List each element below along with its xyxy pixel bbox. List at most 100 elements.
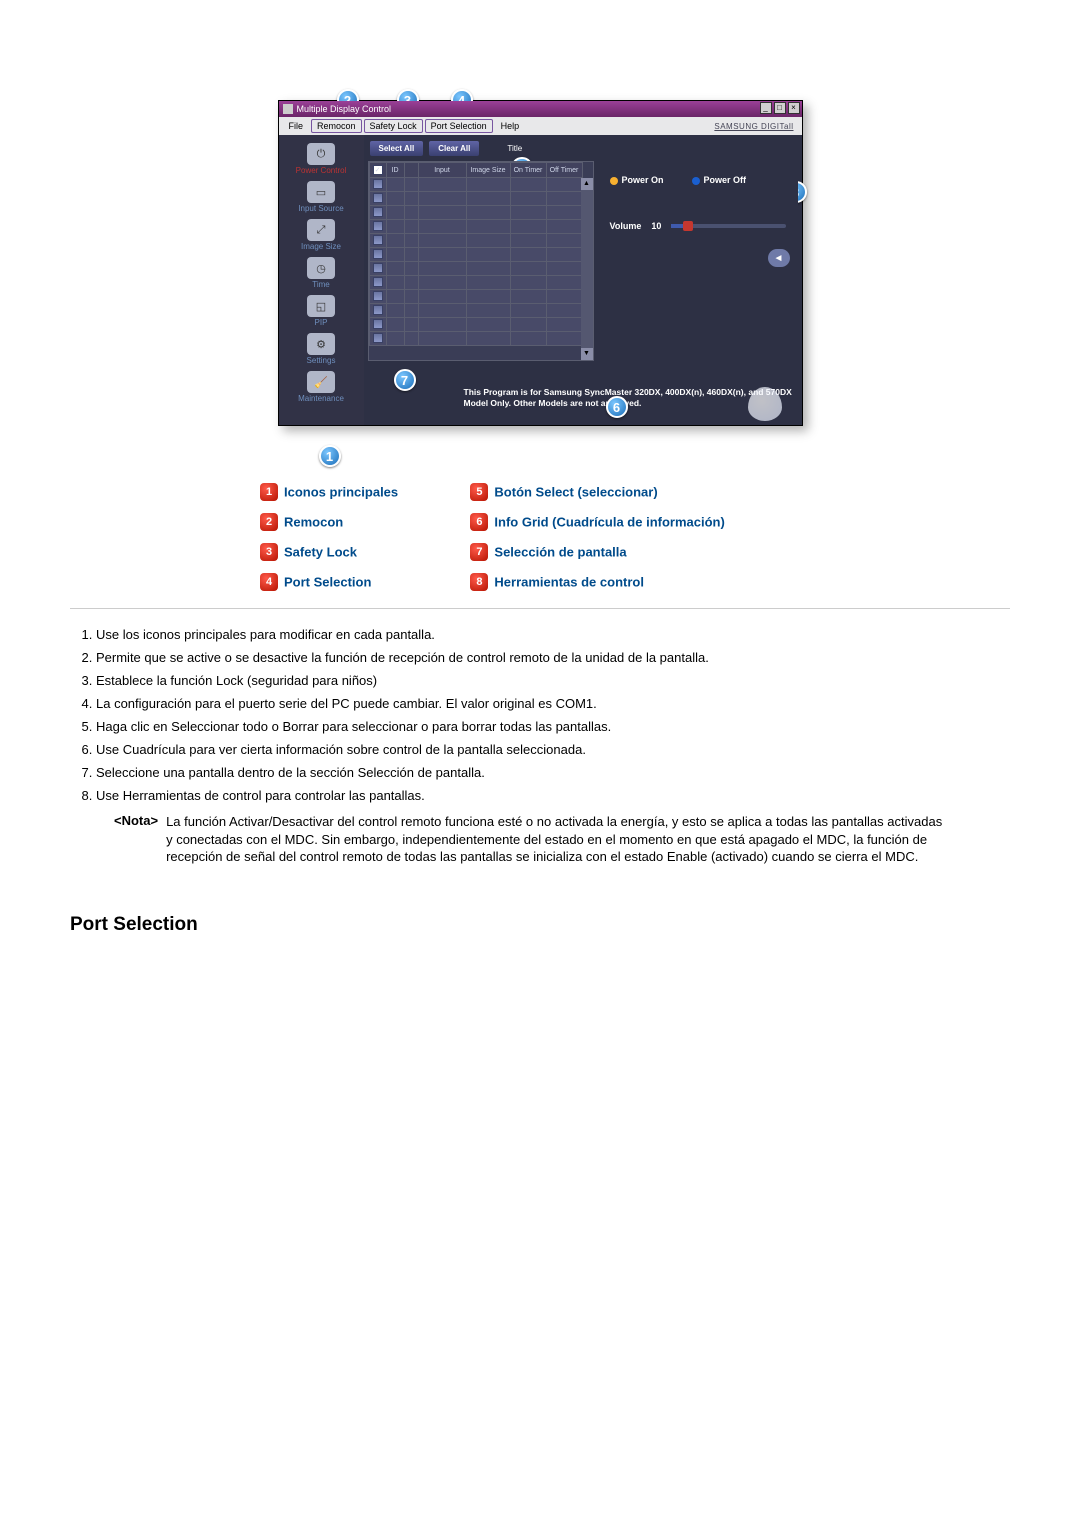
- legend-text-5: Botón Select (seleccionar): [494, 485, 657, 500]
- title-bar: Multiple Display Control _ □ ×: [279, 101, 802, 117]
- menu-file[interactable]: File: [283, 119, 310, 133]
- legend-text-2: Remocon: [284, 515, 343, 530]
- col-id: ID: [386, 163, 404, 178]
- app-logo-icon: [283, 104, 293, 114]
- speaker-icon: ◄: [774, 253, 784, 264]
- scroll-down-icon[interactable]: ▼: [581, 348, 593, 360]
- note-1: Use los iconos principales para modifica…: [96, 627, 1010, 642]
- col-status: [404, 163, 418, 178]
- note-8: Use Herramientas de control para control…: [96, 788, 1010, 803]
- nota-block: <Nota> La función Activar/Desactivar del…: [114, 813, 1010, 866]
- sidebar-item-settings[interactable]: ⚙Settings: [282, 331, 360, 367]
- slider-thumb[interactable]: [683, 221, 693, 231]
- info-grid[interactable]: ✓ ID Input Image Size On Timer Off Timer: [368, 161, 594, 361]
- clear-all-button[interactable]: Clear All: [429, 141, 479, 156]
- grid-table: ✓ ID Input Image Size On Timer Off Timer: [369, 162, 583, 346]
- row-checkbox[interactable]: [373, 235, 383, 245]
- table-row[interactable]: [369, 304, 582, 318]
- row-checkbox[interactable]: [373, 333, 383, 343]
- row-checkbox[interactable]: [373, 277, 383, 287]
- table-row[interactable]: [369, 192, 582, 206]
- table-row[interactable]: [369, 262, 582, 276]
- legend-text-8: Herramientas de control: [494, 575, 644, 590]
- app-screenshot: 2 3 4 5 8 7 6 1 Multiple Display Control…: [278, 100, 803, 426]
- callout-1: 1: [319, 445, 341, 467]
- col-image-size: Image Size: [466, 163, 510, 178]
- table-row[interactable]: [369, 178, 582, 192]
- numbered-notes: Use los iconos principales para modifica…: [82, 627, 1010, 803]
- row-checkbox[interactable]: [373, 221, 383, 231]
- note-4: La configuración para el puerto serie de…: [96, 696, 1010, 711]
- scroll-thumb[interactable]: [581, 190, 593, 348]
- row-checkbox[interactable]: [373, 193, 383, 203]
- table-row[interactable]: [369, 318, 582, 332]
- row-checkbox[interactable]: [373, 305, 383, 315]
- row-checkbox[interactable]: [373, 249, 383, 259]
- legend-num-6: 6: [470, 513, 488, 531]
- sidebar-item-power-control[interactable]: ⏻Power Control: [282, 141, 360, 177]
- sidebar-item-maintenance[interactable]: 🧹Maintenance: [282, 369, 360, 405]
- legend-num-8: 8: [470, 573, 488, 591]
- sidebar-item-label: Settings: [282, 356, 360, 365]
- nota-text: La función Activar/Desactivar del contro…: [166, 813, 946, 866]
- legend-text-7: Selección de pantalla: [494, 545, 626, 560]
- minimize-button[interactable]: _: [760, 102, 772, 114]
- vertical-scrollbar[interactable]: ▲ ▼: [581, 178, 593, 360]
- note-3: Establece la función Lock (seguridad par…: [96, 673, 1010, 688]
- legend: 1 Iconos principales 5 Botón Select (selec…: [70, 476, 1010, 609]
- sidebar-item-time[interactable]: ◷Time: [282, 255, 360, 291]
- header-checkbox[interactable]: ✓: [373, 165, 383, 175]
- menu-port-selection[interactable]: Port Selection: [425, 119, 493, 133]
- table-row[interactable]: [369, 276, 582, 290]
- select-all-button[interactable]: Select All: [370, 141, 424, 156]
- col-off-timer: Off Timer: [546, 163, 582, 178]
- legend-num-5: 5: [470, 483, 488, 501]
- power-off-label: Power Off: [704, 175, 747, 185]
- note-6: Use Cuadrícula para ver cierta informaci…: [96, 742, 1010, 757]
- col-on-timer: On Timer: [510, 163, 546, 178]
- scroll-up-icon[interactable]: ▲: [581, 178, 593, 190]
- sidebar-item-pip[interactable]: ◱PIP: [282, 293, 360, 329]
- table-row[interactable]: [369, 220, 582, 234]
- toolbar: Select All Clear All Title: [364, 135, 802, 161]
- table-row[interactable]: [369, 332, 582, 346]
- footer-disclaimer: This Program is for Samsung SyncMaster 3…: [364, 379, 802, 425]
- maximize-button[interactable]: □: [774, 102, 786, 114]
- power-icon: ⏻: [307, 143, 335, 165]
- note-5: Haga clic en Seleccionar todo o Borrar p…: [96, 719, 1010, 734]
- sidebar-item-label: Maintenance: [282, 394, 360, 403]
- callout-6: 6: [606, 396, 628, 418]
- volume-slider[interactable]: [671, 224, 785, 228]
- table-row[interactable]: [369, 290, 582, 304]
- power-on-radio[interactable]: Power On: [610, 175, 664, 185]
- sidebar-item-input-source[interactable]: ▭Input Source: [282, 179, 360, 215]
- sidebar-item-label: Power Control: [282, 166, 360, 175]
- row-checkbox[interactable]: [373, 179, 383, 189]
- legend-text-1: Iconos principales: [284, 485, 398, 500]
- row-checkbox[interactable]: [373, 207, 383, 217]
- table-row[interactable]: [369, 248, 582, 262]
- power-on-label: Power On: [622, 175, 664, 185]
- col-input: Input: [418, 163, 466, 178]
- speaker-button[interactable]: ◄: [768, 249, 790, 267]
- sidebar-item-label: Image Size: [282, 242, 360, 251]
- legend-num-3: 3: [260, 543, 278, 561]
- radio-off-icon: [692, 177, 700, 185]
- row-checkbox[interactable]: [373, 291, 383, 301]
- close-button[interactable]: ×: [788, 102, 800, 114]
- row-checkbox[interactable]: [373, 263, 383, 273]
- brand-text: SAMSUNG DIGITall: [714, 122, 793, 131]
- control-panel: Power On Power Off Volume 10: [598, 161, 798, 379]
- table-row[interactable]: [369, 234, 582, 248]
- menu-help[interactable]: Help: [495, 119, 526, 133]
- legend-num-1: 1: [260, 483, 278, 501]
- menu-safety-lock[interactable]: Safety Lock: [364, 119, 423, 133]
- row-checkbox[interactable]: [373, 319, 383, 329]
- window-title: Multiple Display Control: [297, 104, 392, 114]
- sidebar-item-image-size[interactable]: ⤢Image Size: [282, 217, 360, 253]
- menu-remocon[interactable]: Remocon: [311, 119, 362, 133]
- legend-text-6: Info Grid (Cuadrícula de información): [494, 515, 724, 530]
- volume-value: 10: [651, 221, 661, 231]
- power-off-radio[interactable]: Power Off: [692, 175, 747, 185]
- table-row[interactable]: [369, 206, 582, 220]
